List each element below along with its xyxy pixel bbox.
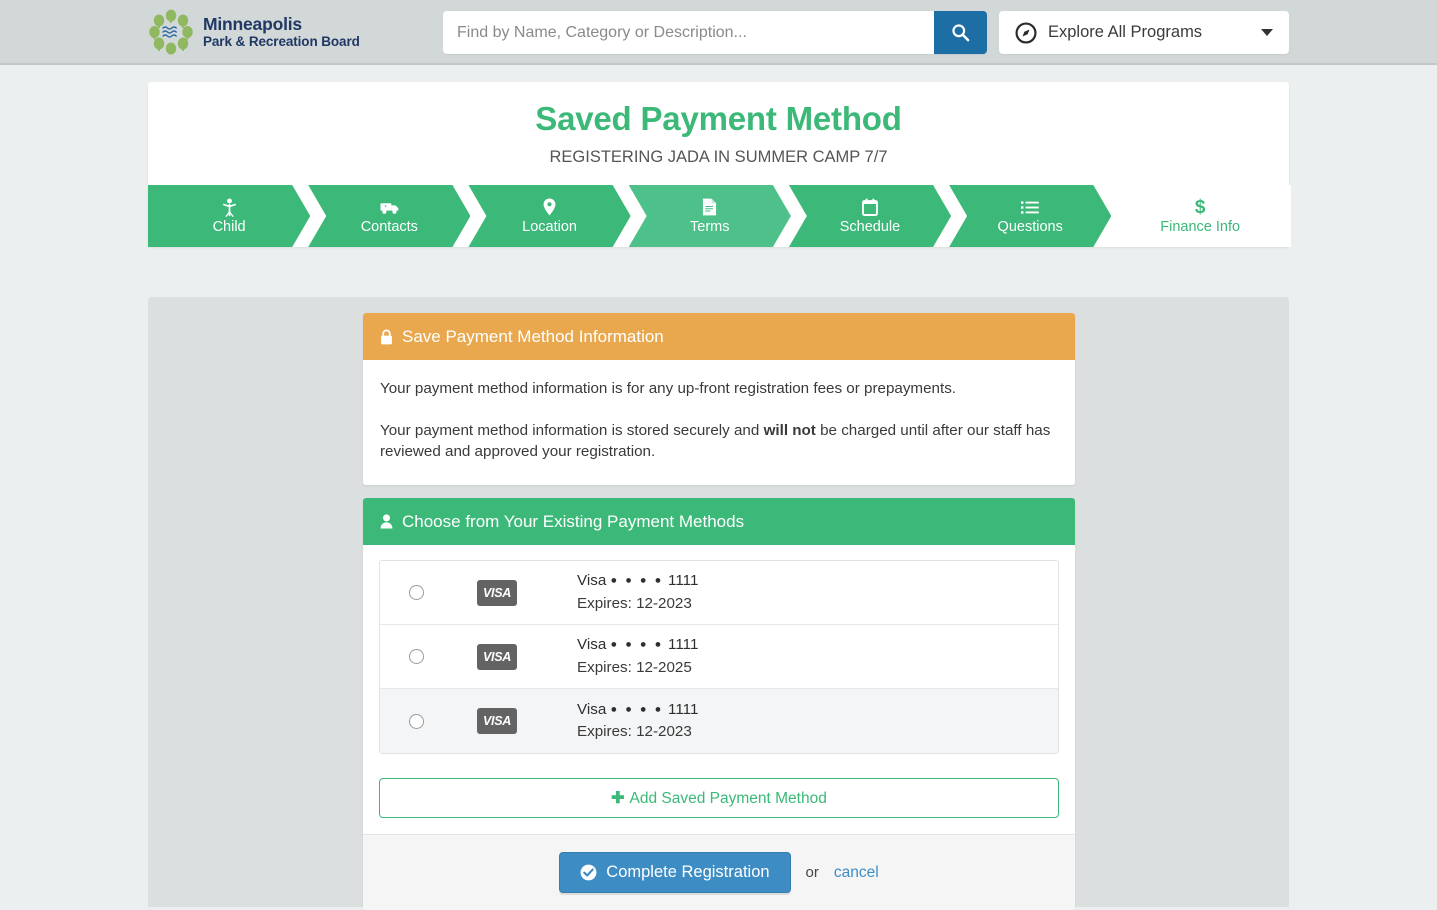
payment-method-detail-cell: Visa ● ● ● ● 1111 Expires: 12-2025	[577, 634, 1058, 678]
existing-payment-methods-title: Choose from Your Existing Payment Method…	[402, 512, 744, 532]
cancel-link[interactable]: cancel	[834, 864, 879, 882]
payment-method-brand-cell: VISA	[452, 580, 577, 606]
page-subtitle: REGISTERING JADA IN SUMMER CAMP 7/7	[148, 138, 1289, 185]
wizard-step-label: Child	[213, 220, 246, 235]
search-bar[interactable]	[443, 11, 987, 54]
search-icon	[951, 23, 970, 42]
payment-method-brand-label: Visa	[577, 701, 606, 718]
payment-method-radio-cell	[380, 714, 452, 729]
info-paragraph-2: Your payment method information is store…	[380, 420, 1058, 463]
payment-method-radio-cell	[380, 585, 452, 600]
search-input[interactable]	[443, 11, 934, 54]
payment-method-last4: 1111	[668, 701, 698, 718]
table-row[interactable]: VISA Visa ● ● ● ● 1111 Expires: 12-2023	[380, 689, 1058, 753]
registration-wizard-card: Saved Payment Method REGISTERING JADA IN…	[148, 82, 1289, 247]
payment-method-radio[interactable]	[409, 714, 424, 729]
map-pin-icon	[543, 198, 556, 217]
calendar-icon	[862, 198, 878, 217]
document-icon	[702, 198, 717, 217]
child-icon	[222, 198, 237, 217]
search-button[interactable]	[934, 11, 987, 54]
explore-programs-label: Explore All Programs	[1048, 23, 1261, 42]
panel-footer-actions: Complete Registration or cancel	[363, 834, 1075, 910]
payment-method-mask: ● ● ● ●	[611, 639, 664, 651]
payment-method-detail-cell: Visa ● ● ● ● 1111 Expires: 12-2023	[577, 699, 1058, 743]
save-payment-info-title: Save Payment Method Information	[402, 327, 664, 347]
payment-method-last4: 1111	[668, 572, 698, 589]
list-icon	[1021, 198, 1039, 217]
plus-icon: ✚	[611, 790, 624, 807]
check-circle-icon	[580, 864, 597, 881]
payment-method-mask: ● ● ● ●	[611, 575, 664, 587]
payment-method-number: Visa ● ● ● ● 1111	[577, 570, 1058, 592]
payment-method-number: Visa ● ● ● ● 1111	[577, 634, 1058, 656]
content-container: Save Payment Method Information Your pay…	[148, 297, 1289, 907]
visa-logo-icon: VISA	[477, 708, 517, 734]
logo-line-1: Minneapolis	[203, 15, 360, 35]
save-payment-info-panel: Save Payment Method Information Your pay…	[363, 313, 1075, 485]
payment-method-expires: Expires: 12-2023	[577, 721, 1058, 743]
payment-method-radio[interactable]	[409, 649, 424, 664]
wizard-step-label: Finance Info	[1160, 220, 1240, 235]
complete-registration-button[interactable]: Complete Registration	[559, 852, 790, 893]
payment-method-number: Visa ● ● ● ● 1111	[577, 699, 1058, 721]
payment-method-brand-label: Visa	[577, 636, 606, 653]
user-icon	[380, 514, 393, 529]
payment-method-radio[interactable]	[409, 585, 424, 600]
add-saved-payment-method-label: Add Saved Payment Method	[630, 790, 827, 807]
logo-wordmark: Minneapolis Park & Recreation Board	[203, 15, 360, 50]
info-paragraph-2-before: Your payment method information is store…	[380, 422, 764, 439]
wizard-step-label: Location	[522, 220, 577, 235]
wizard-step-questions[interactable]: Questions	[949, 185, 1111, 247]
complete-registration-label: Complete Registration	[606, 863, 769, 882]
ambulance-icon	[380, 198, 399, 217]
payment-method-radio-cell	[380, 649, 452, 664]
save-payment-info-header: Save Payment Method Information	[363, 313, 1075, 360]
wizard-step-label: Schedule	[840, 220, 900, 235]
info-paragraph-1: Your payment method information is for a…	[380, 378, 1058, 400]
wizard-step-contacts[interactable]: Contacts	[308, 185, 470, 247]
table-row[interactable]: VISA Visa ● ● ● ● 1111 Expires: 12-2023	[380, 561, 1058, 625]
visa-logo-icon: VISA	[477, 644, 517, 670]
lock-icon	[380, 329, 393, 345]
payment-methods-body: VISA Visa ● ● ● ● 1111 Expires: 12-2023	[363, 545, 1075, 834]
mpls-park-board-logo-icon	[148, 9, 194, 55]
wizard-step-nav: Child Contacts	[148, 185, 1289, 247]
or-separator-label: or	[806, 864, 819, 881]
site-logo[interactable]: Minneapolis Park & Recreation Board	[148, 9, 360, 55]
wizard-step-label: Terms	[690, 220, 729, 235]
wizard-step-schedule[interactable]: Schedule	[789, 185, 951, 247]
existing-payment-methods-panel: Choose from Your Existing Payment Method…	[363, 498, 1075, 910]
wizard-step-child[interactable]: Child	[148, 185, 310, 247]
save-payment-info-body: Your payment method information is for a…	[363, 360, 1075, 485]
table-row[interactable]: VISA Visa ● ● ● ● 1111 Expires: 12-2025	[380, 625, 1058, 689]
payment-method-brand-cell: VISA	[452, 708, 577, 734]
info-paragraph-2-bold: will not	[764, 422, 816, 439]
existing-payment-methods-header: Choose from Your Existing Payment Method…	[363, 498, 1075, 545]
payment-method-brand-cell: VISA	[452, 644, 577, 670]
dollar-icon: $	[1195, 198, 1206, 217]
site-header: Minneapolis Park & Recreation Board Expl…	[0, 0, 1437, 65]
payment-methods-list: VISA Visa ● ● ● ● 1111 Expires: 12-2023	[379, 560, 1059, 754]
wizard-step-finance-info[interactable]: $ Finance Info	[1109, 185, 1291, 247]
wizard-step-terms[interactable]: Terms	[629, 185, 791, 247]
page-title: Saved Payment Method	[148, 82, 1289, 138]
compass-icon	[1015, 22, 1037, 44]
logo-line-2: Park & Recreation Board	[203, 34, 360, 49]
wizard-step-location[interactable]: Location	[468, 185, 630, 247]
payment-method-expires: Expires: 12-2023	[577, 593, 1058, 615]
payment-method-brand-label: Visa	[577, 572, 606, 589]
payment-method-last4: 1111	[668, 636, 698, 653]
visa-logo-icon: VISA	[477, 580, 517, 606]
payment-method-detail-cell: Visa ● ● ● ● 1111 Expires: 12-2023	[577, 570, 1058, 614]
wizard-step-label: Contacts	[361, 220, 418, 235]
payment-method-mask: ● ● ● ●	[611, 703, 664, 715]
add-saved-payment-method-button[interactable]: ✚ Add Saved Payment Method	[379, 778, 1059, 818]
explore-programs-dropdown[interactable]: Explore All Programs	[999, 11, 1289, 54]
chevron-down-icon[interactable]	[1261, 29, 1273, 36]
payment-method-expires: Expires: 12-2025	[577, 657, 1058, 679]
wizard-step-label: Questions	[998, 220, 1063, 235]
